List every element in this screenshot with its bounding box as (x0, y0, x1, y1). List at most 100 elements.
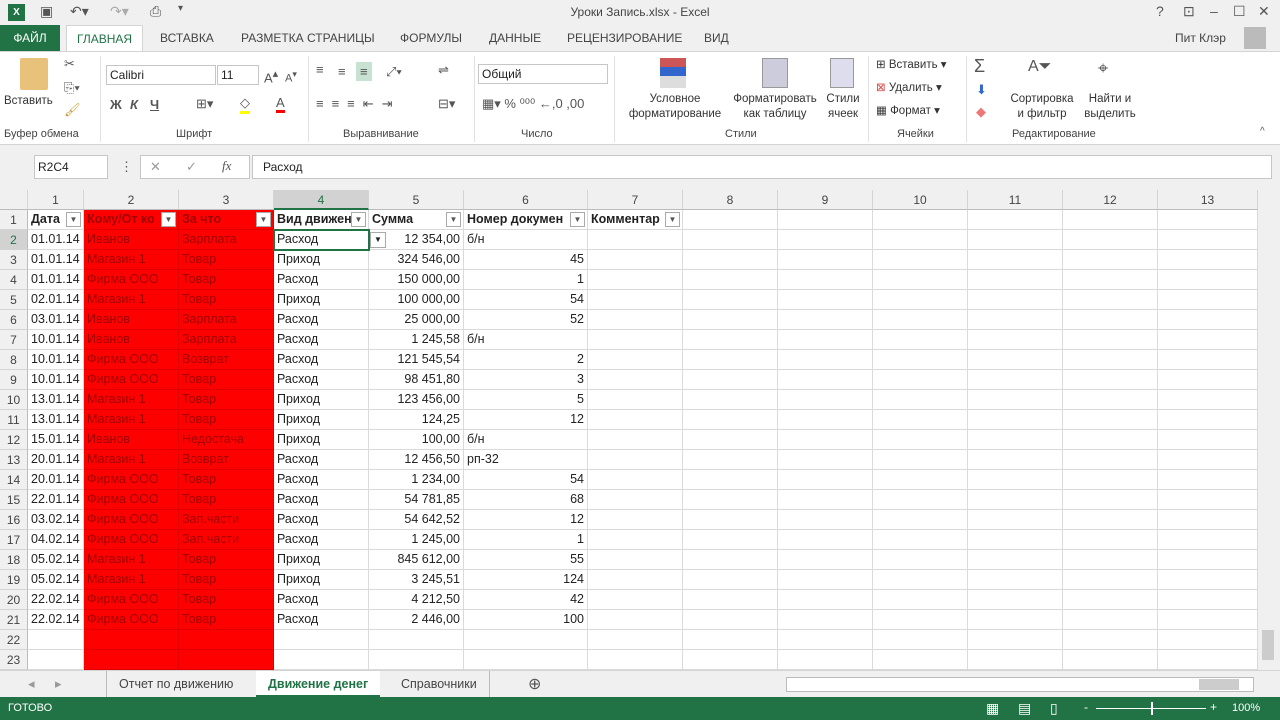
header-cell[interactable]: За что ▼ (179, 210, 274, 230)
cell[interactable]: Товар (179, 570, 274, 590)
cell[interactable]: Приход (274, 410, 369, 430)
format-painter-icon[interactable]: 🖌 (64, 102, 81, 118)
sheet-tab-money[interactable]: Движение денег (256, 671, 381, 697)
filter-dropdown-icon[interactable]: ▼ (161, 212, 176, 227)
cell[interactable] (873, 230, 968, 250)
cell[interactable]: Зап.части (179, 530, 274, 550)
cell[interactable] (1063, 550, 1158, 570)
cell[interactable]: Приход (274, 430, 369, 450)
cell[interactable] (588, 530, 683, 550)
cell[interactable]: 05.02.14 (28, 570, 84, 590)
cell[interactable] (588, 490, 683, 510)
cell[interactable] (28, 630, 84, 650)
select-all-corner[interactable] (0, 190, 28, 210)
cell[interactable] (778, 510, 873, 530)
cell[interactable] (588, 470, 683, 490)
filter-dropdown-icon[interactable]: ▼ (570, 212, 585, 227)
format-as-table-icon[interactable] (762, 58, 788, 88)
ribbon-display-icon[interactable]: ⊡ (1183, 3, 1195, 20)
cell[interactable] (778, 410, 873, 430)
cell[interactable] (683, 650, 778, 670)
cell[interactable] (873, 630, 968, 650)
vertical-scrollbar[interactable] (1258, 190, 1280, 670)
cell[interactable]: 04.02.14 (28, 530, 84, 550)
cell[interactable]: 25 000,00 (369, 310, 464, 330)
row-header[interactable]: 16 (0, 510, 28, 530)
cell[interactable] (588, 550, 683, 570)
cell-styles-button[interactable]: Стили ячеек (820, 92, 866, 122)
cell[interactable] (683, 610, 778, 630)
delete-cells-button[interactable]: ⊠ Удалить ▾ (876, 81, 942, 96)
cell[interactable]: Фирма ООО (84, 350, 179, 370)
cell[interactable] (464, 650, 588, 670)
cell[interactable] (1063, 410, 1158, 430)
merge-center-icon[interactable]: ⊟▾ (438, 96, 455, 112)
header-cell[interactable]: Комментар ▼ (588, 210, 683, 230)
cell[interactable]: 22.01.14 (28, 490, 84, 510)
filter-dropdown-icon[interactable]: ▼ (256, 212, 271, 227)
cell[interactable]: 10.01.14 (28, 350, 84, 370)
header-cell[interactable] (778, 210, 873, 230)
italic-button[interactable]: К (130, 97, 138, 112)
cell[interactable] (588, 370, 683, 390)
sort-filter-button[interactable]: Сортировка и фильтр (1006, 92, 1078, 122)
cell[interactable] (1063, 450, 1158, 470)
cell[interactable]: Иванов (84, 230, 179, 250)
cell[interactable] (1063, 230, 1158, 250)
cell[interactable] (1158, 290, 1258, 310)
cell[interactable] (968, 370, 1063, 390)
cell[interactable]: Фирма ООО (84, 510, 179, 530)
column-header[interactable]: 8 (683, 190, 778, 210)
cell[interactable] (683, 530, 778, 550)
cell[interactable]: 2 (464, 350, 588, 370)
wrap-text-icon[interactable]: ⇌ (438, 62, 449, 78)
cell[interactable]: 324 546,00 (369, 250, 464, 270)
cell[interactable]: 15.01.14 (28, 430, 84, 450)
header-cell[interactable]: Номер докумен ▼ (464, 210, 588, 230)
format-cells-button[interactable]: ▦ Формат ▾ (876, 104, 940, 119)
cell[interactable] (683, 230, 778, 250)
cell[interactable] (778, 550, 873, 570)
minimize-icon[interactable]: – (1210, 3, 1218, 19)
cell[interactable]: Расход (274, 310, 369, 330)
paste-icon[interactable] (20, 58, 48, 90)
header-cell[interactable] (683, 210, 778, 230)
cell[interactable]: 10.01.14 (28, 370, 84, 390)
cell[interactable] (1158, 310, 1258, 330)
cell[interactable] (873, 430, 968, 450)
cell[interactable]: Товар (179, 250, 274, 270)
cell[interactable] (683, 270, 778, 290)
cell[interactable] (1063, 430, 1158, 450)
cell[interactable]: 150 000,00 (369, 270, 464, 290)
cell[interactable]: 22.02.14 (28, 610, 84, 630)
cell[interactable]: Фирма ООО (84, 490, 179, 510)
cell[interactable] (1063, 310, 1158, 330)
filter-dropdown-icon[interactable]: ▼ (446, 212, 461, 227)
cell[interactable]: Магазин 1 (84, 390, 179, 410)
tab-data[interactable]: ДАННЫЕ (479, 25, 551, 51)
cell[interactable] (464, 630, 588, 650)
cell[interactable]: 54 642,52 (369, 510, 464, 530)
cell[interactable]: Возврат (179, 350, 274, 370)
cell[interactable]: Расход (274, 510, 369, 530)
cell[interactable] (968, 230, 1063, 250)
cell[interactable]: 54 (464, 470, 588, 490)
cell[interactable] (873, 570, 968, 590)
cell[interactable] (588, 630, 683, 650)
cell[interactable] (778, 450, 873, 470)
close-icon[interactable]: ✕ (1258, 3, 1270, 20)
cell[interactable] (968, 250, 1063, 270)
avatar[interactable] (1244, 27, 1266, 49)
column-header[interactable]: 4 (274, 190, 369, 210)
cell[interactable] (1158, 490, 1258, 510)
grow-font-icon[interactable]: A▴ (264, 67, 278, 85)
cell[interactable] (968, 390, 1063, 410)
cell[interactable]: б/н (464, 230, 588, 250)
collapse-ribbon-icon[interactable]: ^ (1260, 126, 1265, 137)
maximize-icon[interactable]: ☐ (1233, 3, 1246, 20)
cell[interactable] (683, 450, 778, 470)
fill-color-icon[interactable]: ◇ (240, 95, 250, 114)
cell[interactable] (778, 270, 873, 290)
cell[interactable] (778, 630, 873, 650)
column-header[interactable]: 6 (464, 190, 588, 210)
